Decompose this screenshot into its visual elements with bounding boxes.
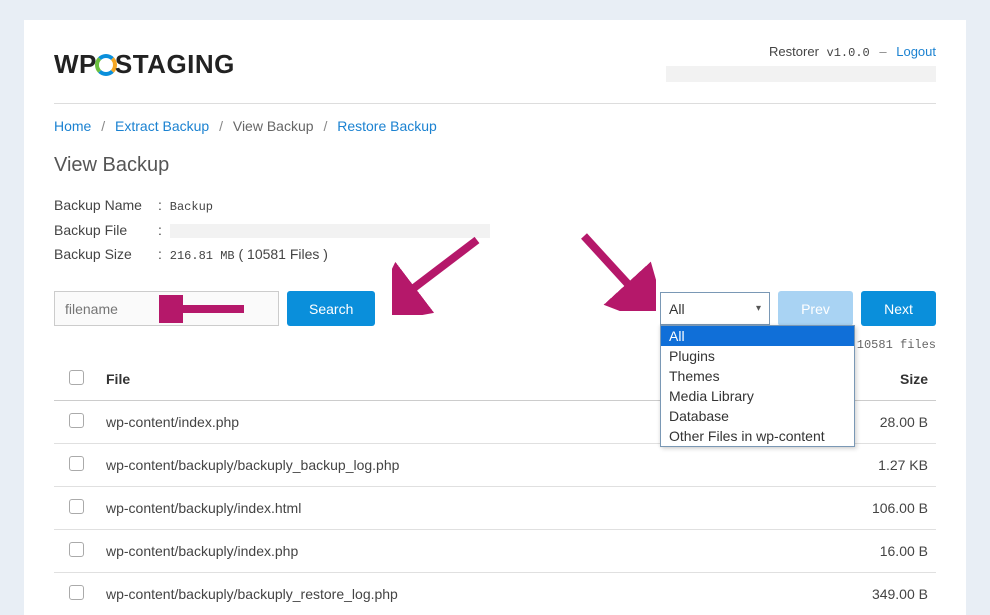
masked-filename (170, 224, 490, 238)
version-line: Restorer v1.0.0 – Logout (666, 44, 936, 60)
row-checkbox[interactable] (69, 456, 84, 471)
table-row: wp-content/backuply/backuply_backup_log.… (54, 444, 936, 487)
row-checkbox[interactable] (69, 413, 84, 428)
select-all-checkbox[interactable] (69, 370, 84, 385)
file-path: wp-content/backuply/backuply_backup_log.… (98, 444, 826, 487)
breadcrumb-restore[interactable]: Restore Backup (337, 118, 437, 134)
filter-option-plugins[interactable]: Plugins (661, 346, 854, 366)
file-size: 1.27 KB (826, 444, 936, 487)
file-path: wp-content/backuply/backuply_restore_log… (98, 573, 826, 615)
filter-option-all[interactable]: All (661, 326, 854, 346)
logout-link[interactable]: Logout (896, 44, 936, 59)
table-row: wp-content/backuply/index.html 106.00 B (54, 487, 936, 530)
prev-button[interactable]: Prev (778, 291, 853, 326)
filter-option-database[interactable]: Database (661, 406, 854, 426)
file-path: wp-content/backuply/index.php (98, 530, 826, 573)
breadcrumb-view: View Backup (233, 118, 314, 134)
next-button[interactable]: Next (861, 291, 936, 326)
filter-option-media[interactable]: Media Library (661, 386, 854, 406)
breadcrumb: Home / Extract Backup / View Backup / Re… (54, 118, 936, 134)
row-checkbox[interactable] (69, 585, 84, 600)
table-row: wp-content/backuply/backuply_restore_log… (54, 573, 936, 615)
file-size: 106.00 B (826, 487, 936, 530)
filter-option-other[interactable]: Other Files in wp-content (661, 426, 854, 446)
refresh-icon (95, 54, 117, 76)
row-checkbox[interactable] (69, 499, 84, 514)
annotation-arrow-filter (576, 231, 656, 311)
meta-backup-name: Backup Name: Backup (54, 197, 936, 214)
file-path: wp-content/backuply/index.html (98, 487, 826, 530)
filter-selected-value: All (669, 301, 685, 317)
search-input[interactable] (54, 291, 279, 326)
table-row: wp-content/backuply/index.php 16.00 B (54, 530, 936, 573)
breadcrumb-extract[interactable]: Extract Backup (115, 118, 209, 134)
filter-dropdown[interactable]: All ▾ (660, 292, 770, 325)
breadcrumb-home[interactable]: Home (54, 118, 91, 134)
row-checkbox[interactable] (69, 542, 84, 557)
chevron-down-icon: ▾ (756, 303, 761, 314)
page-title: View Backup (54, 154, 936, 177)
masked-hostinfo (666, 66, 936, 82)
file-size: 16.00 B (826, 530, 936, 573)
filter-option-themes[interactable]: Themes (661, 366, 854, 386)
filter-dropdown-menu: All Plugins Themes Media Library Databas… (660, 325, 855, 447)
search-button[interactable]: Search (287, 291, 375, 326)
meta-backup-file: Backup File: (54, 222, 936, 238)
meta-backup-size: Backup Size: 216.81 MB ( 10581 Files ) (54, 246, 936, 263)
logo: WPSTAGING (54, 49, 235, 80)
file-size: 349.00 B (826, 573, 936, 615)
